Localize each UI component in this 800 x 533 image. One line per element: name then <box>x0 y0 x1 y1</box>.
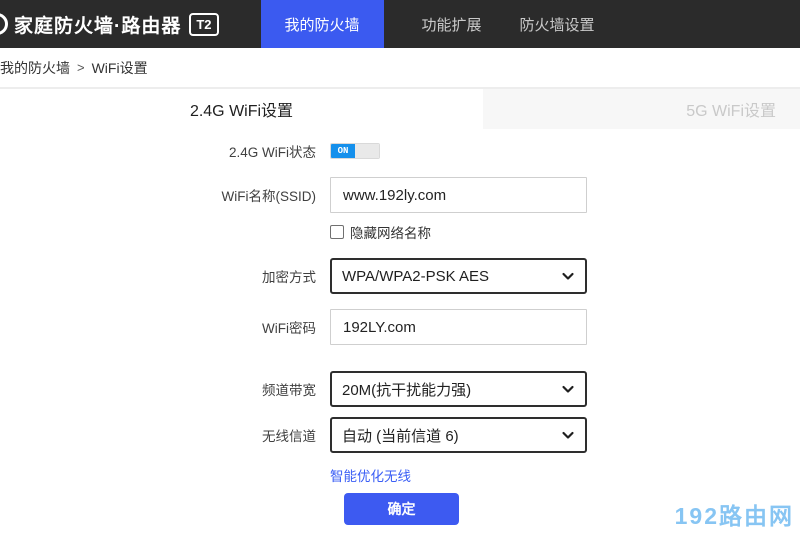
confirm-row: 确定 <box>0 493 800 525</box>
chevron-down-icon <box>561 428 575 442</box>
password-label: WiFi密码 <box>0 317 330 337</box>
tab-24g-wifi[interactable]: 2.4G WiFi设置 <box>0 89 483 129</box>
hide-network-label: 隐藏网络名称 <box>350 222 431 242</box>
wifi-status-label: 2.4G WiFi状态 <box>0 141 330 161</box>
password-row: WiFi密码 <box>0 309 800 345</box>
top-bar: 家庭防火墙·路由器 T2 我的防火墙 功能扩展 防火墙设置 <box>0 0 800 48</box>
wifi-password-input[interactable] <box>330 309 587 345</box>
ssid-input[interactable] <box>330 177 587 213</box>
band-tabs: 2.4G WiFi设置 5G WiFi设置 <box>0 89 800 129</box>
ssid-row: WiFi名称(SSID) <box>0 177 800 213</box>
channel-select[interactable]: 自动 (当前信道 6) <box>330 417 587 453</box>
bandwidth-value: 20M(抗干扰能力强) <box>342 379 561 400</box>
brand-title: 家庭防火墙·路由器 <box>14 11 181 38</box>
hide-network-checkbox[interactable] <box>330 225 344 239</box>
hide-network-row: 隐藏网络名称 <box>0 223 800 241</box>
bandwidth-label: 频道带宽 <box>0 379 330 399</box>
nav-item-firewall-settings[interactable]: 防火墙设置 <box>520 14 595 35</box>
toggle-on-label: ON <box>331 144 355 158</box>
bandwidth-select[interactable]: 20M(抗干扰能力强) <box>330 371 587 407</box>
tab-5g-wifi[interactable]: 5G WiFi设置 <box>483 89 800 129</box>
hide-network-option[interactable]: 隐藏网络名称 <box>330 222 431 242</box>
confirm-button[interactable]: 确定 <box>344 493 459 525</box>
channel-row: 无线信道 自动 (当前信道 6) <box>0 417 800 453</box>
breadcrumb-item-wifi-settings[interactable]: WiFi设置 <box>92 58 148 78</box>
bandwidth-row: 频道带宽 20M(抗干扰能力强) <box>0 371 800 407</box>
chevron-down-icon <box>561 382 575 396</box>
nav-item-my-firewall[interactable]: 我的防火墙 <box>261 0 384 48</box>
encryption-row: 加密方式 WPA/WPA2-PSK AES <box>0 258 800 294</box>
nav-item-extensions[interactable]: 功能扩展 <box>422 14 482 35</box>
brand: 家庭防火墙·路由器 T2 <box>0 11 219 38</box>
brand-logo-icon <box>0 13 8 35</box>
wifi-status-row: 2.4G WiFi状态 ON <box>0 141 800 161</box>
wifi-status-toggle[interactable]: ON <box>330 143 380 159</box>
wifi-settings-form: 2.4G WiFi状态 ON WiFi名称(SSID) 隐藏网络名称 加密方式 … <box>0 129 800 525</box>
top-nav: 我的防火墙 功能扩展 防火墙设置 <box>261 0 595 48</box>
breadcrumb-item-my-firewall[interactable]: 我的防火墙 <box>0 58 70 78</box>
smart-optimize-link[interactable]: 智能优化无线 <box>330 469 411 484</box>
toggle-knob <box>355 144 379 158</box>
chevron-down-icon <box>561 269 575 283</box>
breadcrumb: 我的防火墙 > WiFi设置 <box>0 48 800 89</box>
model-badge: T2 <box>189 13 218 36</box>
encryption-label: 加密方式 <box>0 266 330 286</box>
channel-label: 无线信道 <box>0 425 330 445</box>
ssid-label: WiFi名称(SSID) <box>0 185 330 205</box>
encryption-value: WPA/WPA2-PSK AES <box>342 268 561 285</box>
optimize-link-row: 智能优化无线 <box>0 467 800 484</box>
channel-value: 自动 (当前信道 6) <box>342 425 561 446</box>
breadcrumb-separator: > <box>77 60 85 75</box>
encryption-select[interactable]: WPA/WPA2-PSK AES <box>330 258 587 294</box>
